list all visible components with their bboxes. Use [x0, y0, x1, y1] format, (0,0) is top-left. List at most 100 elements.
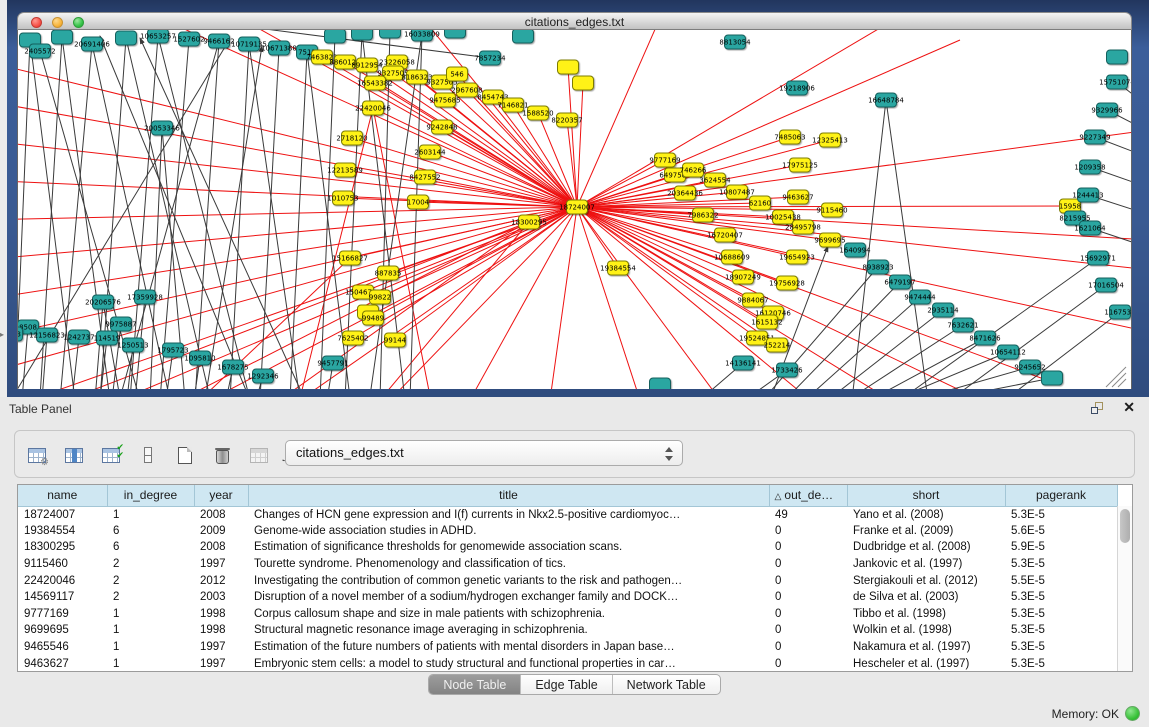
table-cell[interactable]: Investigating the contribution of common… — [248, 572, 769, 589]
graph-edge[interactable] — [18, 207, 577, 220]
table-cell[interactable]: Estimation of the future numbers of pati… — [248, 639, 769, 656]
table-cell[interactable]: Hescheler et al. (1997) — [847, 655, 1005, 672]
canvas-resize-grip-icon[interactable] — [1106, 367, 1126, 387]
column-header-title[interactable]: title — [248, 485, 769, 506]
graph-node[interactable]: 8471626 — [969, 331, 1001, 345]
table-cell[interactable]: 0 — [769, 606, 847, 623]
graph-node[interactable]: 19218906 — [779, 81, 815, 95]
table-cell[interactable]: 0 — [769, 589, 847, 606]
table-cell[interactable]: 9777169 — [18, 606, 107, 623]
graph-edge[interactable] — [577, 40, 960, 207]
table-cell[interactable]: de Silva et al. (2003) — [847, 589, 1005, 606]
table-cell[interactable]: 5.5E-5 — [1005, 572, 1117, 589]
graph-edge[interactable] — [870, 338, 985, 389]
network-window-titlebar[interactable]: citations_edges.txt — [17, 12, 1132, 30]
table-cell[interactable]: Nakamura et al. (1997) — [847, 639, 1005, 656]
table-cell[interactable]: Tourette syndrome. Phenomenology and cla… — [248, 556, 769, 573]
table-cell[interactable]: 2 — [107, 589, 194, 606]
graph-node[interactable] — [1042, 371, 1063, 385]
table-cell[interactable]: 1 — [107, 622, 194, 639]
table-cell[interactable]: 1997 — [194, 639, 248, 656]
graph-node[interactable]: 10688609 — [714, 250, 750, 264]
graph-edge[interactable] — [470, 207, 577, 389]
table-cell[interactable]: 1 — [107, 639, 194, 656]
graph-node[interactable]: 546 — [447, 67, 468, 81]
graph-node[interactable]: 1678275 — [217, 360, 248, 374]
graph-node[interactable] — [445, 30, 466, 38]
graph-node[interactable]: 1292346 — [247, 369, 279, 383]
collapse-panel-arrow-icon[interactable]: ▸ — [0, 330, 4, 339]
graph-node[interactable]: 17004 — [407, 195, 430, 209]
graph-edge[interactable] — [550, 207, 577, 389]
network-canvas[interactable]: 2405572206914061065325715276029466162107… — [17, 30, 1132, 389]
graph-node[interactable]: 887835 — [375, 266, 402, 280]
graph-edge[interactable] — [940, 378, 1052, 389]
tab-node-table[interactable]: Node Table — [429, 675, 521, 694]
table-cell[interactable]: 5.3E-5 — [1005, 639, 1117, 656]
graph-node[interactable]: 8938923 — [862, 260, 893, 274]
tab-edge-table[interactable]: Edge Table — [521, 675, 612, 694]
edit-columns-icon[interactable]: ✔✔ — [97, 441, 125, 469]
graph-edge[interactable] — [380, 222, 529, 389]
table-cell[interactable]: 5.3E-5 — [1005, 506, 1117, 523]
table-row[interactable]: 969969511998Structural magnetic resonanc… — [18, 622, 1117, 639]
table-cell[interactable]: 0 — [769, 556, 847, 573]
graph-node[interactable]: 16033809 — [404, 30, 440, 41]
graph-edge[interactable] — [230, 44, 249, 389]
graph-node[interactable]: 1209358 — [1074, 160, 1105, 174]
graph-node[interactable]: 99144 — [384, 333, 407, 347]
graph-node[interactable] — [380, 30, 401, 38]
graph-edge[interactable] — [848, 325, 963, 389]
table-cell[interactable]: Corpus callosum shape and size in male p… — [248, 606, 769, 623]
table-cell[interactable]: 5.6E-5 — [1005, 523, 1117, 540]
graph-node[interactable]: 9975887 — [105, 317, 136, 331]
graph-node[interactable]: 99822 — [369, 290, 391, 304]
graph-node[interactable] — [573, 76, 594, 90]
graph-node[interactable]: 9777169 — [649, 153, 680, 167]
graph-node[interactable] — [650, 378, 671, 389]
table-row[interactable]: 1456911722003Disruption of a novel membe… — [18, 589, 1117, 606]
table-options-icon[interactable]: ⚙ — [23, 441, 51, 469]
table-cell[interactable]: 1 — [107, 506, 194, 523]
graph-node[interactable]: 8813054 — [719, 35, 751, 49]
graph-edge[interactable] — [900, 258, 1098, 389]
graph-edge[interactable] — [290, 52, 307, 389]
graph-edge[interactable] — [42, 335, 47, 389]
table-cell[interactable]: Disruption of a novel member of a sodium… — [248, 589, 769, 606]
graph-edge[interactable] — [390, 207, 577, 389]
graph-node[interactable]: 99489 — [362, 311, 384, 325]
table-cell[interactable]: 9699695 — [18, 622, 107, 639]
table-cell[interactable]: 2 — [107, 556, 194, 573]
graph-node[interactable]: 2935114 — [927, 303, 959, 317]
row-height-icon[interactable] — [134, 441, 162, 469]
graph-node[interactable] — [52, 30, 73, 44]
graph-node[interactable]: 7857234 — [474, 51, 506, 65]
column-header-out_de[interactable]: △out_de… — [769, 485, 847, 506]
graph-edge[interactable] — [249, 44, 300, 389]
table-cell[interactable]: Genome-wide association studies in ADHD. — [248, 523, 769, 540]
graph-edge[interactable] — [577, 207, 810, 389]
table-cell[interactable]: 9115460 — [18, 556, 107, 573]
graph-edge[interactable] — [126, 38, 210, 389]
column-header-short[interactable]: short — [847, 485, 1005, 506]
table-row[interactable]: 946362711997Embryonic stem cells: a mode… — [18, 655, 1117, 672]
graph-node[interactable] — [116, 31, 137, 45]
graph-node[interactable]: 1621064 — [1074, 221, 1106, 235]
graph-node[interactable]: 20206576 — [85, 295, 121, 309]
table-cell[interactable]: 9463627 — [18, 655, 107, 672]
table-row[interactable]: 1938455462009Genome-wide association stu… — [18, 523, 1117, 540]
close-panel-icon[interactable]: ✕ — [1123, 399, 1135, 416]
table-cell[interactable]: 14569117 — [18, 589, 107, 606]
column-header-pagerank[interactable]: pagerank — [1005, 485, 1117, 506]
table-cell[interactable]: 5.3E-5 — [1005, 606, 1117, 623]
table-cell[interactable]: 1 — [107, 606, 194, 623]
table-cell[interactable]: 2003 — [194, 589, 248, 606]
table-cell[interactable]: 5.9E-5 — [1005, 539, 1117, 556]
table-cell[interactable]: 0 — [769, 523, 847, 540]
table-cell[interactable]: Jankovic et al. (1997) — [847, 556, 1005, 573]
graph-node[interactable] — [558, 60, 579, 74]
graph-node[interactable]: 9115460 — [816, 203, 847, 217]
table-row[interactable]: 2242004622012Investigating the contribut… — [18, 572, 1117, 589]
graph-node[interactable]: 1250513 — [117, 338, 148, 352]
table-cell[interactable]: 1998 — [194, 622, 248, 639]
